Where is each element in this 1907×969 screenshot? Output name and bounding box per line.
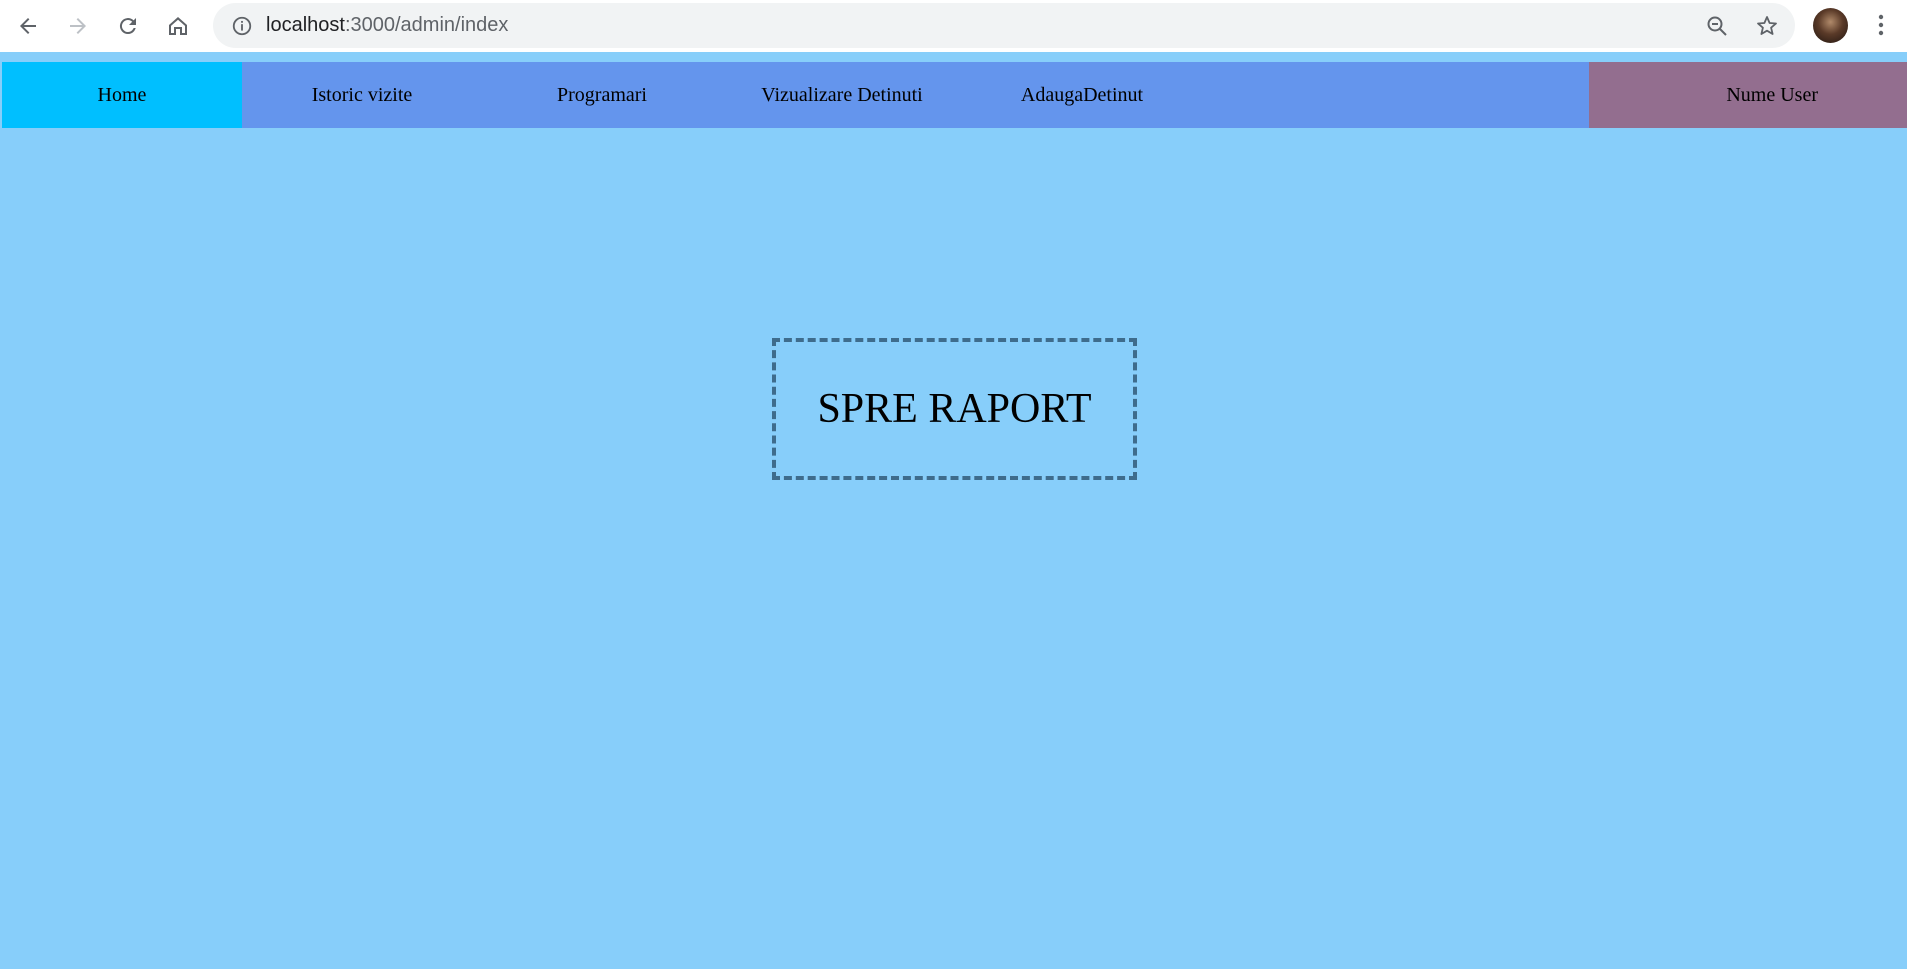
main-navigation: Home Istoric vizite Programari Vizualiza…	[2, 62, 1907, 128]
back-button[interactable]	[3, 1, 53, 51]
browser-toolbar: localhost:3000/admin/index	[0, 0, 1907, 52]
url-host: localhost	[266, 14, 345, 36]
forward-arrow-icon	[70, 18, 86, 34]
forward-button[interactable]	[53, 1, 103, 51]
nav-item-home[interactable]: Home	[2, 62, 242, 128]
url-text[interactable]: localhost:3000/admin/index	[266, 14, 508, 37]
star-icon[interactable]	[1755, 14, 1779, 38]
nav-item-adauga-detinut[interactable]: AdaugaDetinut	[962, 62, 1202, 128]
zoom-out-icon[interactable]	[1705, 14, 1729, 38]
home-button[interactable]	[153, 1, 203, 51]
nav-item-programari[interactable]: Programari	[482, 62, 722, 128]
address-bar[interactable]: localhost:3000/admin/index	[213, 3, 1795, 48]
back-arrow-icon	[20, 18, 36, 34]
nav-item-vizualizare-detinuti[interactable]: Vizualizare Detinuti	[722, 62, 962, 128]
avatar[interactable]	[1813, 8, 1848, 43]
reload-button[interactable]	[103, 1, 153, 51]
report-button[interactable]: SPRE RAPORT	[772, 338, 1137, 480]
user-menu[interactable]: Nume User	[1589, 62, 1907, 128]
toolbar-divider	[0, 52, 1907, 62]
nav-item-istoric-vizite[interactable]: Istoric vizite	[242, 62, 482, 128]
info-icon[interactable]	[231, 15, 253, 37]
kebab-menu-icon[interactable]	[1869, 12, 1893, 38]
url-path: :3000/admin/index	[344, 14, 509, 36]
home-icon	[169, 17, 187, 35]
reload-icon	[119, 18, 136, 35]
